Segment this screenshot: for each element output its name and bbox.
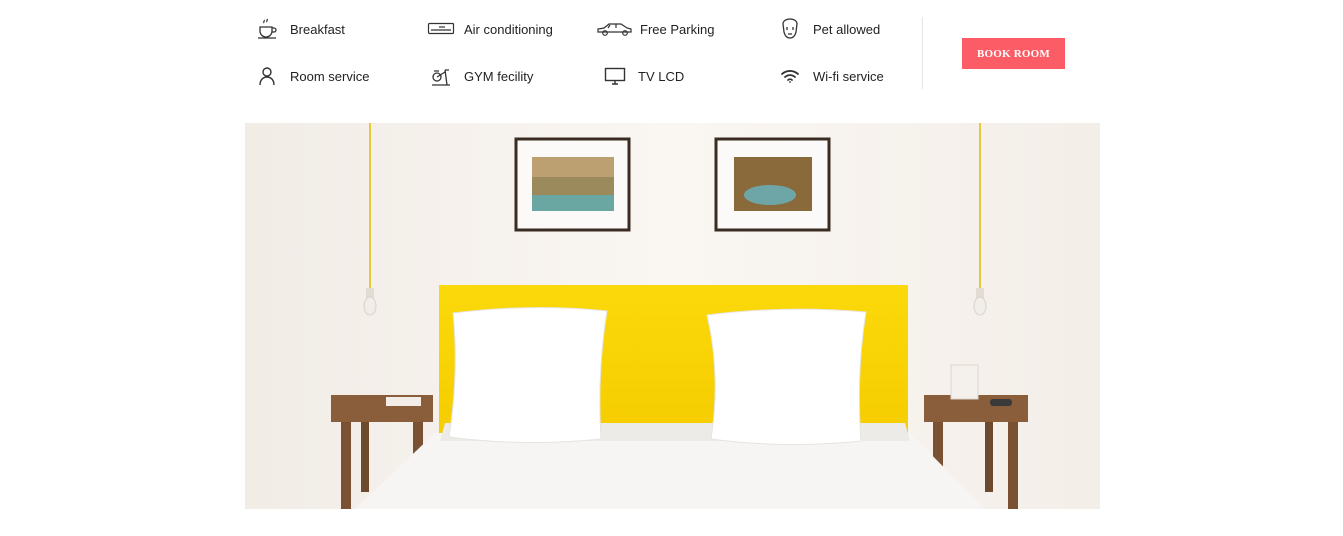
amenity-label: Breakfast: [290, 21, 345, 37]
car-icon: [593, 14, 637, 44]
amenity-free-parking: Free Parking: [593, 14, 714, 44]
room-image: [245, 123, 1100, 509]
book-room-button[interactable]: BOOK ROOM: [962, 38, 1065, 69]
wifi-icon: [770, 61, 810, 91]
pet-icon: [770, 14, 810, 44]
amenity-pet-allowed: Pet allowed: [768, 14, 880, 44]
amenity-room-service: Room service: [245, 61, 369, 91]
monitor-icon: [595, 61, 635, 91]
coffee-cup-icon: [247, 14, 287, 44]
amenity-label: Room service: [290, 68, 370, 84]
amenity-label: Pet allowed: [813, 21, 881, 37]
amenity-label: Wi-fi service: [813, 68, 884, 84]
air-conditioner-icon: [421, 14, 461, 44]
amenity-gym: GYM fecility: [419, 61, 533, 91]
exercise-bike-icon: [421, 61, 461, 91]
divider: [922, 17, 923, 89]
amenity-label: TV LCD: [638, 68, 685, 84]
amenity-tv: TV LCD: [593, 61, 684, 91]
person-icon: [247, 61, 287, 91]
amenity-air-conditioning: Air conditioning: [419, 14, 553, 44]
amenities-list: Breakfast Air conditioning Free Parking …: [245, 0, 925, 100]
amenity-label: Air conditioning: [464, 21, 553, 37]
amenity-label: Free Parking: [640, 21, 715, 37]
amenity-wifi: Wi-fi service: [768, 61, 884, 91]
amenity-breakfast: Breakfast: [245, 14, 345, 44]
amenity-label: GYM fecility: [464, 68, 534, 84]
